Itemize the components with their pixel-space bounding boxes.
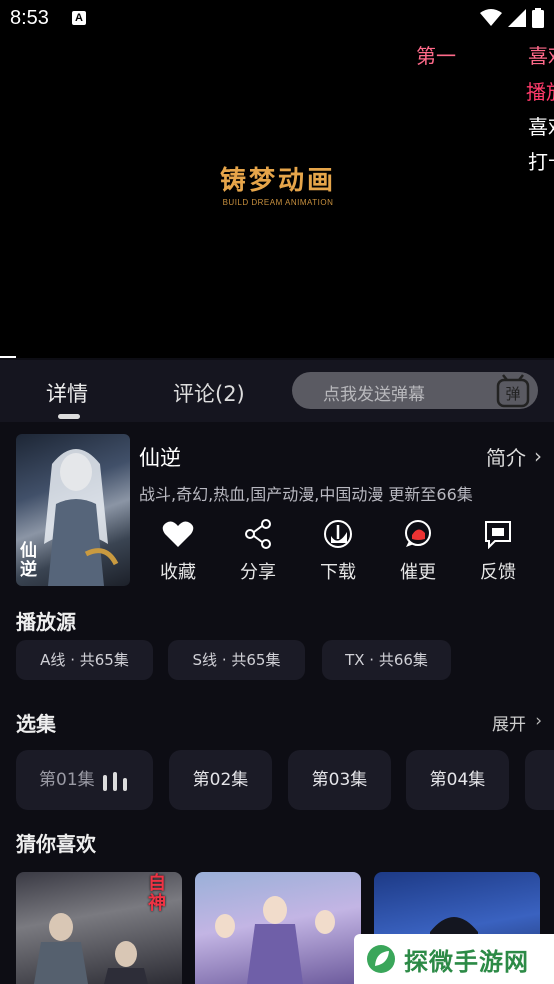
episode-label: 第01集: [39, 770, 95, 790]
wifi-icon: [480, 9, 502, 26]
episode-item[interactable]: 第03集: [288, 750, 391, 810]
battery-icon: [532, 8, 544, 28]
video-progress-bar[interactable]: [0, 356, 16, 358]
danmu-input[interactable]: 点我发送弹幕 弹: [292, 372, 538, 409]
download-icon: [324, 520, 352, 548]
recommend-badge: 自神: [148, 873, 166, 914]
recommend-card[interactable]: 自神: [16, 872, 182, 984]
episode-item[interactable]: 第04集: [406, 750, 509, 810]
feedback-button[interactable]: 反馈: [468, 518, 528, 584]
tab-details[interactable]: 详情: [46, 378, 88, 408]
danmu-comment: 喜欢: [528, 115, 554, 139]
poster-title: 仙逆: [20, 541, 37, 580]
show-poster[interactable]: 仙逆: [16, 434, 130, 586]
status-time: 8:53: [10, 7, 49, 29]
episode-item-partial[interactable]: [525, 750, 554, 810]
feedback-icon: [485, 521, 511, 549]
notification-icon: A: [72, 11, 86, 25]
danmu-comment: 喜欢: [528, 44, 554, 68]
show-title: 仙逆: [139, 446, 181, 470]
recommend-card[interactable]: [195, 872, 361, 984]
site-watermark: 探微手游网: [354, 934, 554, 984]
danmu-button-label: 弹: [505, 385, 520, 403]
chevron-right-icon[interactable]: ›: [535, 711, 542, 731]
share-label: 分享: [240, 562, 276, 583]
heart-icon: [162, 521, 194, 547]
tab-comments[interactable]: 评论(2): [173, 378, 245, 408]
remind-button[interactable]: 催更: [388, 518, 448, 584]
favorite-label: 收藏: [160, 562, 196, 583]
download-label: 下载: [320, 562, 356, 583]
episode-item[interactable]: 第02集: [169, 750, 272, 810]
danmu-comment: 打卡: [528, 150, 554, 174]
action-bar: 收藏 分享 下载 催更 反馈: [138, 518, 538, 588]
source-option[interactable]: TX · 共66集: [322, 640, 451, 680]
detail-content: 仙逆 仙逆 简介 › 战斗,奇幻,热血,国产动漫,中国动漫 更新至66集 收藏 …: [0, 422, 554, 984]
danmu-comment: 播放: [526, 80, 554, 104]
favorite-button[interactable]: 收藏: [148, 518, 208, 584]
source-option[interactable]: A线 · 共65集: [16, 640, 153, 680]
show-tags: 战斗,奇幻,热血,国产动漫,中国动漫 更新至66集: [139, 485, 473, 504]
tab-indicator: [58, 414, 80, 419]
episode-item-current[interactable]: 第01集: [16, 750, 153, 810]
sources-title: 播放源: [16, 610, 76, 634]
expand-episodes-link[interactable]: 展开: [492, 710, 526, 735]
danmu-placeholder: 点我发送弹幕: [323, 385, 425, 405]
source-option[interactable]: S线 · 共65集: [168, 640, 305, 680]
logo-title: 铸梦动画: [219, 166, 336, 196]
logo-subtitle: BUILD DREAM ANIMATION: [222, 198, 334, 207]
danmu-toggle-icon[interactable]: 弹: [496, 374, 530, 408]
signal-icon: [508, 9, 526, 27]
leaf-logo-icon: [367, 945, 395, 973]
intro-link[interactable]: 简介: [486, 442, 526, 471]
status-icons: [480, 8, 544, 28]
remind-icon: [405, 520, 431, 547]
chevron-right-icon[interactable]: ›: [534, 444, 542, 468]
episodes-title: 选集: [16, 712, 56, 736]
danmu-comment: 第一: [416, 44, 456, 68]
watermark-text: 探微手游网: [404, 947, 529, 976]
share-icon: [245, 519, 271, 549]
recommend-title: 猜你喜欢: [16, 832, 96, 856]
recommend-thumbnail: [215, 896, 335, 984]
studio-logo: 铸梦动画 BUILD DREAM ANIMATION: [216, 160, 340, 207]
playing-icon: [103, 772, 127, 791]
share-button[interactable]: 分享: [228, 518, 288, 584]
feedback-label: 反馈: [480, 562, 516, 583]
video-player[interactable]: 8:53 A 铸梦动画 BUILD DREAM ANIMATION 第一 喜欢 …: [0, 0, 554, 358]
download-button[interactable]: 下载: [308, 518, 368, 584]
remind-label: 催更: [400, 562, 436, 583]
